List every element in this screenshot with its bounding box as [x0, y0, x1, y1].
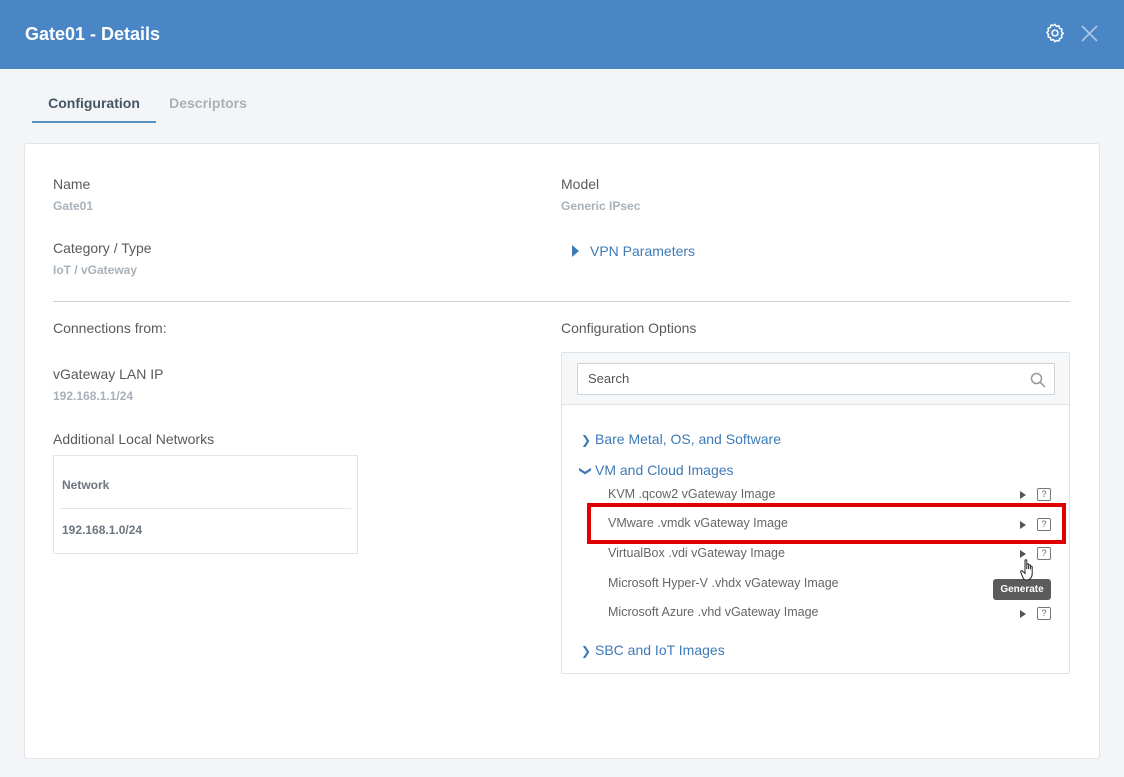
vpn-parameters-toggle[interactable]: VPN Parameters [572, 243, 695, 259]
close-icon[interactable] [1079, 23, 1100, 44]
section-divider [53, 301, 1070, 302]
category-value: IoT / vGateway [53, 263, 138, 277]
modal-title: Gate01 - Details [25, 24, 161, 44]
vpn-parameters-label: VPN Parameters [590, 243, 696, 259]
model-value: Generic IPsec [561, 199, 641, 213]
option-azure-image: Microsoft Azure .vhd vGateway Image [608, 605, 819, 619]
help-icon[interactable]: ? [1037, 607, 1051, 620]
search-icon[interactable] [1030, 372, 1046, 388]
hand-cursor-icon [1020, 559, 1033, 581]
additional-networks-label: Additional Local Networks [53, 431, 215, 447]
model-label: Model [561, 176, 600, 192]
category-label: VM and Cloud Images [595, 462, 734, 478]
network-column-header: Network [62, 478, 110, 492]
search-box[interactable] [577, 363, 1055, 395]
generate-play-icon[interactable] [1020, 610, 1026, 618]
generate-tooltip: Generate [993, 579, 1051, 600]
category-label: SBC and IoT Images [595, 642, 725, 658]
name-value: Gate01 [53, 199, 94, 213]
name-label: Name [53, 176, 91, 192]
chevron-down-icon: ❯ [579, 466, 593, 477]
config-options-label: Configuration Options [561, 320, 697, 336]
networks-table: Network 192.168.1.0/24 [53, 455, 358, 554]
chevron-right-icon: ❯ [581, 433, 592, 447]
table-row: 192.168.1.0/24 [62, 523, 143, 537]
category-vm-cloud[interactable]: ❯ VM and Cloud Images [579, 462, 734, 478]
option-hyperv-image: Microsoft Hyper-V .vhdx vGateway Image [608, 576, 839, 590]
highlight-box [587, 503, 1066, 544]
help-icon[interactable]: ? [1037, 547, 1051, 560]
search-bar [562, 353, 1069, 405]
category-label: Bare Metal, OS, and Software [595, 431, 781, 447]
category-sbc-iot[interactable]: ❯ SBC and IoT Images [581, 642, 725, 658]
option-virtualbox-image: VirtualBox .vdi vGateway Image [608, 546, 785, 560]
tab-configuration[interactable]: Configuration [32, 95, 156, 123]
table-divider [60, 508, 351, 509]
gear-icon[interactable] [1044, 22, 1066, 44]
modal-header: Gate01 - Details [0, 0, 1124, 69]
lan-ip-value: 192.168.1.1/24 [53, 389, 134, 403]
tab-descriptors[interactable]: Descriptors [160, 95, 256, 111]
category-bare-metal[interactable]: ❯ Bare Metal, OS, and Software [581, 431, 781, 447]
generate-play-icon[interactable] [1020, 491, 1026, 499]
option-kvm-image: KVM .qcow2 vGateway Image [608, 487, 776, 501]
generate-play-icon[interactable] [1020, 550, 1026, 558]
chevron-right-icon: ❯ [581, 644, 592, 658]
connections-label: Connections from: [53, 320, 167, 336]
help-icon[interactable]: ? [1037, 488, 1051, 501]
lan-ip-label: vGateway LAN IP [53, 366, 164, 382]
search-input[interactable] [588, 371, 1008, 386]
category-label: Category / Type [53, 240, 152, 256]
caret-right-icon [572, 244, 579, 257]
